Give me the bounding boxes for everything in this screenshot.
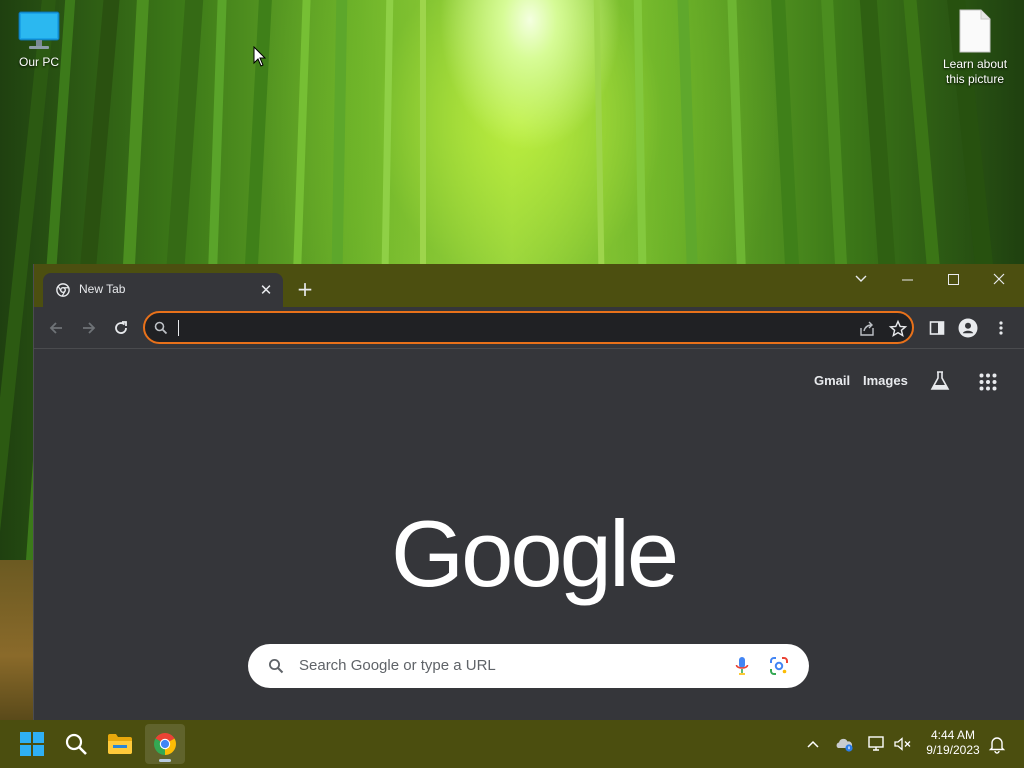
close-icon bbox=[993, 273, 1005, 285]
chrome-icon bbox=[154, 733, 176, 755]
search-icon bbox=[65, 733, 87, 755]
side-panel-icon bbox=[929, 321, 945, 335]
tab-new-tab[interactable]: New Tab ✕ bbox=[43, 273, 283, 307]
mouse-cursor-icon bbox=[253, 46, 267, 67]
ntp-search-box[interactable]: Search Google or type a URL bbox=[248, 644, 809, 688]
minimize-icon bbox=[901, 279, 913, 280]
new-tab-page: Gmail Images Google Search Google or typ… bbox=[34, 349, 1024, 720]
monitor-icon bbox=[18, 11, 60, 49]
close-window-button[interactable] bbox=[976, 264, 1022, 294]
tab-title: New Tab bbox=[79, 282, 126, 296]
reload-icon bbox=[115, 321, 127, 334]
microphone-icon[interactable] bbox=[735, 656, 749, 676]
network-icon[interactable] bbox=[867, 734, 887, 754]
maximize-icon bbox=[947, 273, 959, 285]
labs-flask-icon[interactable] bbox=[929, 370, 951, 392]
arrow-left-icon bbox=[49, 322, 62, 334]
maximize-button[interactable] bbox=[930, 264, 976, 294]
address-bar[interactable] bbox=[143, 311, 914, 344]
images-link[interactable]: Images bbox=[863, 373, 908, 388]
onedrive-icon[interactable] bbox=[835, 734, 855, 754]
search-icon bbox=[269, 659, 284, 674]
forward-button[interactable] bbox=[77, 316, 101, 340]
tab-search-button[interactable] bbox=[838, 264, 884, 294]
document-icon bbox=[959, 9, 991, 53]
chrome-menu-button[interactable] bbox=[989, 316, 1013, 340]
kebab-menu-icon bbox=[999, 321, 1003, 335]
profile-button[interactable] bbox=[956, 316, 980, 340]
desktop-icon-label: Learn about this picture bbox=[942, 57, 1008, 86]
search-placeholder: Search Google or type a URL bbox=[299, 657, 496, 674]
google-logo: Google bbox=[391, 501, 679, 606]
browser-titlebar[interactable]: New Tab ✕ + bbox=[34, 264, 1024, 307]
active-app-indicator bbox=[159, 759, 171, 762]
clock-date: 9/19/2023 bbox=[926, 743, 980, 757]
tab-close-button[interactable]: ✕ bbox=[257, 281, 275, 299]
windows-logo-icon bbox=[20, 732, 44, 756]
minimize-button[interactable] bbox=[884, 264, 930, 294]
volume-muted-icon[interactable] bbox=[893, 734, 913, 754]
share-icon[interactable] bbox=[857, 319, 877, 339]
gmail-link[interactable]: Gmail bbox=[814, 373, 850, 388]
notification-bell-icon[interactable] bbox=[987, 734, 1007, 754]
chrome-taskbar-button[interactable] bbox=[145, 724, 185, 764]
google-apps-icon[interactable] bbox=[979, 373, 997, 391]
desktop-icon-learn-about-picture[interactable]: Learn about this picture bbox=[938, 8, 1012, 87]
bookmark-star-icon[interactable] bbox=[888, 319, 908, 339]
desktop-icon-our-pc[interactable]: Our PC bbox=[2, 10, 76, 70]
taskbar: 4:44 AM 9/19/2023 bbox=[0, 720, 1024, 768]
clock-time: 4:44 AM bbox=[930, 728, 976, 742]
taskbar-search-button[interactable] bbox=[56, 724, 96, 764]
folder-icon bbox=[108, 734, 132, 754]
wallpaper-ground bbox=[0, 560, 34, 720]
browser-window: New Tab ✕ + Gmail Images Google Search G… bbox=[33, 264, 1024, 720]
side-panel-button[interactable] bbox=[925, 316, 949, 340]
new-tab-button[interactable]: + bbox=[294, 278, 316, 300]
arrow-right-icon bbox=[83, 322, 96, 334]
reload-button[interactable] bbox=[109, 316, 133, 340]
browser-toolbar bbox=[34, 307, 1024, 349]
avatar-icon bbox=[958, 318, 978, 338]
taskbar-clock[interactable]: 4:44 AM 9/19/2023 bbox=[918, 728, 988, 758]
chevron-up-icon[interactable] bbox=[803, 734, 823, 754]
file-explorer-button[interactable] bbox=[100, 724, 140, 764]
desktop-icon-label: Our PC bbox=[18, 55, 59, 69]
start-button[interactable] bbox=[12, 724, 52, 764]
chrome-icon bbox=[56, 283, 70, 297]
back-button[interactable] bbox=[44, 316, 68, 340]
search-icon bbox=[154, 321, 168, 335]
google-lens-icon[interactable] bbox=[769, 656, 789, 676]
text-caret bbox=[178, 320, 179, 336]
chevron-down-icon bbox=[855, 275, 867, 282]
